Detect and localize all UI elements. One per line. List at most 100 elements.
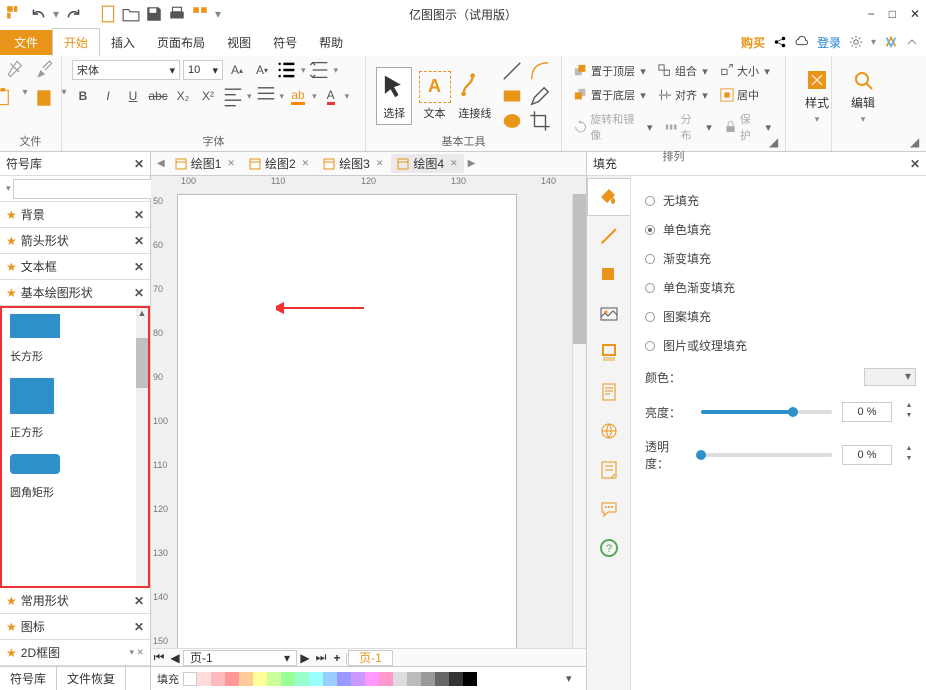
fill-solid[interactable]: 单色填充 xyxy=(645,215,916,244)
highlight-icon[interactable]: ab xyxy=(287,85,309,107)
opacity-up[interactable]: ▲ xyxy=(902,445,916,455)
doc-tab-3-close[interactable]: ✕ xyxy=(376,158,384,169)
superscript-button[interactable]: X² xyxy=(197,85,219,107)
collapse-ribbon-icon[interactable] xyxy=(906,35,918,49)
arc-tool-icon[interactable] xyxy=(529,60,551,82)
rect-tool-icon[interactable] xyxy=(501,85,523,107)
doc-tab-1[interactable]: 绘图1✕ xyxy=(169,154,241,173)
menu-file[interactable]: 文件 xyxy=(0,30,52,55)
opacity-value[interactable]: 0 % xyxy=(842,445,892,465)
open-icon[interactable] xyxy=(122,5,140,23)
align-button[interactable]: 对齐▾ xyxy=(656,85,712,105)
tab-scroll-right[interactable]: ▶ xyxy=(466,158,478,169)
size-button[interactable]: 大小▾ xyxy=(718,61,774,81)
menu-symbol[interactable]: 符号 xyxy=(262,29,308,56)
rp-tab-comment[interactable] xyxy=(587,490,630,528)
font-name-select[interactable]: 宋体▾ xyxy=(72,60,180,80)
doc-tab-3[interactable]: 绘图3✕ xyxy=(317,154,389,173)
maximize-button[interactable]: □ xyxy=(889,7,896,21)
font-dialog-launcher[interactable]: ◢ xyxy=(910,135,924,149)
canvas[interactable] xyxy=(169,194,572,648)
page-last[interactable]: ⏭ xyxy=(313,650,329,665)
redo-icon[interactable] xyxy=(65,5,83,23)
font-color-icon[interactable]: A xyxy=(320,85,342,107)
page-prev[interactable]: ◀ xyxy=(167,651,183,665)
fill-image[interactable]: 图片或纹理填充 xyxy=(645,331,916,360)
buy-link[interactable]: 购买 xyxy=(741,34,765,51)
undo-dropdown[interactable]: ▾ xyxy=(52,5,60,23)
arrange-dialog-launcher[interactable]: ◢ xyxy=(769,135,783,149)
rp-tab-image[interactable] xyxy=(587,295,630,333)
rp-tab-line[interactable] xyxy=(587,217,630,255)
rp-tab-reflection[interactable] xyxy=(587,334,630,372)
bold-button[interactable]: B xyxy=(72,85,94,107)
shrink-font-icon[interactable]: A▾ xyxy=(251,59,273,81)
opacity-down[interactable]: ▼ xyxy=(902,455,916,465)
swatch-dropdown-icon[interactable]: ▾ xyxy=(566,672,580,686)
doc-tab-4-close[interactable]: ✕ xyxy=(450,158,458,169)
edit-button[interactable]: 编辑 ▾ xyxy=(842,59,884,135)
symbol-lib-close[interactable]: ✕ xyxy=(134,157,144,171)
rp-tab-fill[interactable] xyxy=(587,178,630,216)
shape-rect-item[interactable]: 长方形 xyxy=(2,308,148,372)
cat-basic-shapes[interactable]: ★基本绘图形状✕ xyxy=(0,280,150,306)
rotate-button[interactable]: 旋转和镜像▾ xyxy=(572,109,657,145)
brush-icon[interactable] xyxy=(34,59,56,81)
tab-symbol-lib[interactable]: 符号库 xyxy=(0,667,57,690)
page-next[interactable]: ▶ xyxy=(297,651,313,665)
menu-help[interactable]: 帮助 xyxy=(308,29,354,56)
fill-panel-close[interactable]: ✕ xyxy=(910,157,920,171)
menu-start[interactable]: 开始 xyxy=(52,28,100,56)
format-painter-icon[interactable] xyxy=(6,59,28,81)
brand-icon[interactable] xyxy=(884,35,898,49)
bullets-icon[interactable] xyxy=(276,59,298,81)
print-icon[interactable] xyxy=(168,5,186,23)
tab-scroll-left[interactable]: ◀ xyxy=(155,158,167,169)
clipboard-icon[interactable] xyxy=(34,87,56,109)
rp-tab-text[interactable] xyxy=(587,373,630,411)
grow-font-icon[interactable]: A▴ xyxy=(226,59,248,81)
underline-button[interactable]: U xyxy=(122,85,144,107)
crop-tool-icon[interactable] xyxy=(529,110,551,132)
connector-tool-button[interactable]: 连接线 xyxy=(457,67,493,125)
center-button[interactable]: 居中 xyxy=(718,85,761,105)
valign-icon[interactable] xyxy=(255,85,277,107)
cat-textbox[interactable]: ★文本框✕ xyxy=(0,254,150,280)
qat-customize[interactable]: ▾ xyxy=(214,5,222,23)
fill-mono-gradient[interactable]: 单色渐变填充 xyxy=(645,273,916,302)
doc-tab-2-close[interactable]: ✕ xyxy=(302,158,310,169)
color-picker[interactable]: ▾ xyxy=(864,368,916,386)
strike-button[interactable]: abc xyxy=(147,85,169,107)
align-left-icon[interactable] xyxy=(222,85,244,107)
line-spacing-icon[interactable] xyxy=(309,59,331,81)
cat-background[interactable]: ★背景✕ xyxy=(0,202,150,228)
doc-tab-1-close[interactable]: ✕ xyxy=(227,158,235,169)
page-first[interactable]: ⏮ xyxy=(151,650,167,665)
brightness-value[interactable]: 0 % xyxy=(842,402,892,422)
rp-tab-hyperlink[interactable] xyxy=(587,412,630,450)
line-spacing-dropdown[interactable]: ▾ xyxy=(334,65,339,76)
undo-icon[interactable] xyxy=(29,5,47,23)
valign-dropdown[interactable]: ▾ xyxy=(280,91,285,102)
font-color-dropdown[interactable]: ▾ xyxy=(345,91,350,102)
login-link[interactable]: 登录 xyxy=(817,34,841,51)
brightness-down[interactable]: ▼ xyxy=(902,412,916,422)
bullets-dropdown[interactable]: ▾ xyxy=(301,65,306,76)
opacity-slider[interactable] xyxy=(701,453,832,457)
options-icon[interactable] xyxy=(191,5,209,23)
menu-view[interactable]: 视图 xyxy=(216,29,262,56)
protect-button[interactable]: 保护▾ xyxy=(722,109,775,145)
align-dropdown[interactable]: ▾ xyxy=(247,91,252,102)
page-selector[interactable]: 页-1▾ xyxy=(183,650,297,666)
rp-tab-note[interactable] xyxy=(587,451,630,489)
tab-file-recover[interactable]: 文件恢复 xyxy=(57,667,126,690)
cat-2dframe[interactable]: ★2D框图▾ ✕ xyxy=(0,640,150,666)
menu-insert[interactable]: 插入 xyxy=(100,29,146,56)
new-icon[interactable] xyxy=(99,5,117,23)
shape-roundrect-item[interactable]: 圆角矩形 xyxy=(2,448,148,508)
fill-none[interactable]: 无填充 xyxy=(645,186,916,215)
distribute-button[interactable]: 分布▾ xyxy=(663,109,716,145)
oval-tool-icon[interactable] xyxy=(501,110,523,132)
doc-tab-2[interactable]: 绘图2✕ xyxy=(243,154,315,173)
home-dropdown[interactable]: ▾ xyxy=(6,183,11,194)
